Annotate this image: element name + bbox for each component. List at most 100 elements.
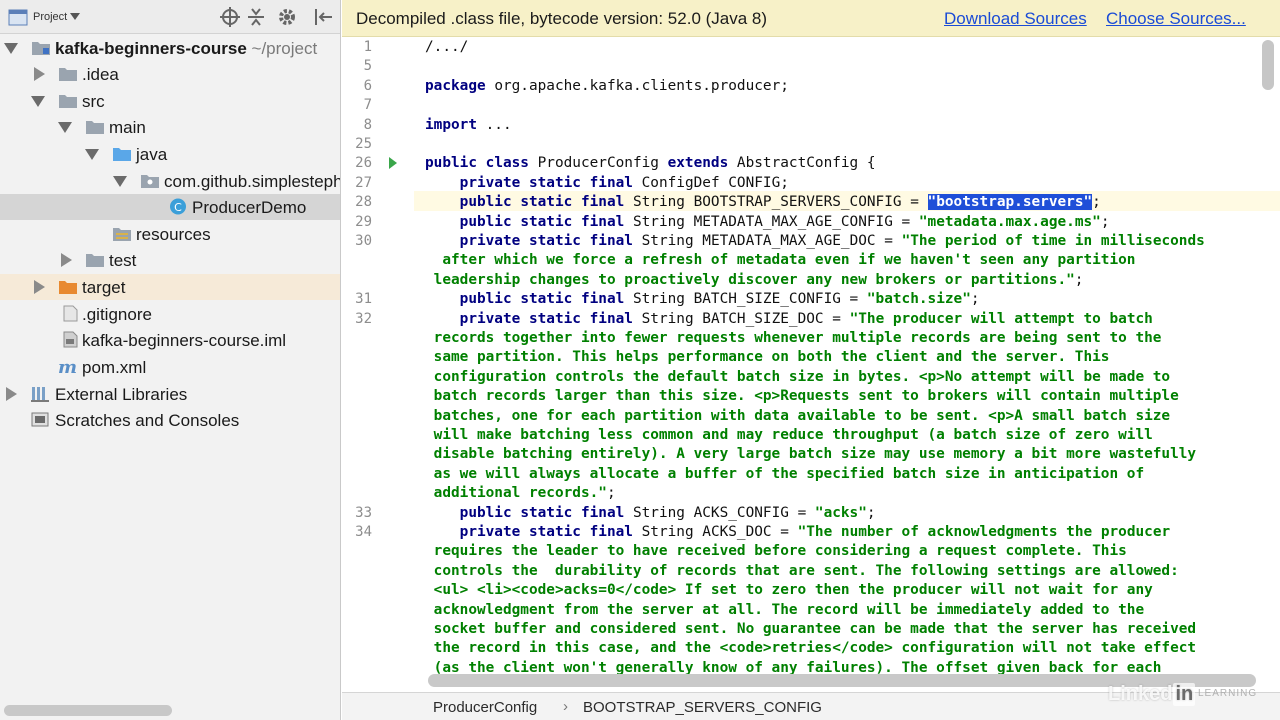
tree-item-target[interactable]: target [0,274,340,300]
code-line: as we will always allocate a buffer of t… [425,465,1145,482]
package-icon [141,175,159,188]
line-number: 26 [355,155,372,172]
code-line: public class ProducerConfig extends Abst… [425,155,876,172]
chevron-right-icon[interactable] [61,253,72,267]
code-editor[interactable]: /.../ package org.apache.kafka.clients.pr… [414,37,1280,691]
code-line: leadership changes to proactively discov… [425,271,1084,288]
line-number: 6 [363,77,372,94]
chevron-right-icon: › [563,698,568,715]
maven-icon: m [58,358,77,375]
module-folder-icon [32,42,50,55]
folder-icon [59,95,77,108]
code-line: socket buffer and considered sent. No gu… [425,621,1197,637]
run-gutter-icon[interactable] [389,157,397,169]
tree-item-scratches[interactable]: Scratches and Consoles [0,407,340,433]
tree-item-src[interactable]: src [0,88,340,114]
locate-icon[interactable] [219,6,241,28]
tree-item-idea[interactable]: .idea [0,61,340,87]
line-number: 25 [355,136,372,152]
tree-item-producer-demo[interactable]: C ProducerDemo [0,194,340,220]
code-line: after which we force a refresh of metada… [425,252,1136,269]
code-line: import ... [425,116,512,133]
chevron-right-icon[interactable] [34,280,45,294]
tree-item-java[interactable]: java [0,141,340,167]
tree-label: java [136,145,168,164]
code-line: acknowledgment from the server at all. T… [425,601,1145,618]
tree-label: resources [136,225,211,244]
chevron-down-icon[interactable] [4,43,18,54]
code-line: private static final String METADATA_MAX… [459,233,1205,249]
excluded-folder-icon [59,281,77,294]
code-line: same partition. This helps performance o… [425,349,1110,366]
code-line: additional records."; [425,485,616,502]
line-number: 32 [355,310,372,327]
code-line: batch records larger than this size. <p>… [425,388,1179,405]
code-line: private static final String BATCH_SIZE_D… [459,310,1153,327]
code-line: private static final ConfigDef CONFIG; [459,174,789,191]
tree-item-external-libraries[interactable]: External Libraries [0,381,340,407]
gear-icon[interactable] [276,6,298,28]
chevron-down-icon[interactable] [113,176,127,187]
code-line: records together into fewer requests whe… [425,330,1162,346]
hide-panel-icon[interactable] [312,6,334,28]
tree-item-project-root[interactable]: kafka-beginners-course ~/project [0,35,340,61]
tree-item-resources[interactable]: resources [0,221,340,247]
banner-message: Decompiled .class file, bytecode version… [356,9,768,28]
line-number-gutter[interactable]: 1 5 6 7 8 25 26 27 28 29 30 31 32 33 34 [342,37,414,691]
folder-icon [59,68,77,81]
chevron-down-icon[interactable] [58,122,72,133]
linkedin-learning-logo: Linked in [1108,683,1196,706]
breadcrumb-field[interactable]: BOOTSTRAP_SERVERS_CONFIG [583,699,822,716]
chevron-right-icon[interactable] [34,67,45,81]
svg-text:m: m [58,358,77,375]
tree-label: .idea [82,65,119,84]
tree-label: kafka-beginners-course ~/project [55,39,318,58]
line-number: 5 [363,58,372,75]
tree-item-test[interactable]: test [0,247,340,273]
libraries-icon [31,387,49,402]
code-line: requires the leader to have received bef… [425,543,1127,560]
tree-label: main [109,118,146,137]
line-number: 33 [355,504,372,521]
project-view-icon[interactable] [8,9,28,26]
project-panel: Project kafka-beginners-course ~/project [0,0,341,720]
tree-label: ProducerDemo [192,198,307,217]
chevron-down-icon[interactable] [70,13,80,20]
download-sources-link[interactable]: Download Sources [944,9,1087,29]
code-line: the record in this case, and the <code>r… [425,640,1197,657]
code-line: public static final String BATCH_SIZE_CO… [459,291,980,308]
code-line: <ul> <li><code>acks=0</code> If set to z… [425,582,1153,599]
decompiled-banner: Decompiled .class file, bytecode version… [342,0,1280,37]
code-line: disable batching entirely). A very large… [425,446,1197,463]
svg-text:C: C [174,201,182,214]
code-line: batches, one for each partition with dat… [425,407,1171,424]
collapse-all-icon[interactable] [245,6,267,28]
tree-label: pom.xml [82,358,147,377]
line-number: 30 [355,233,372,249]
tree-item-gitignore[interactable]: .gitignore [0,301,340,327]
project-view-label[interactable]: Project [33,11,67,23]
horizontal-scrollbar[interactable] [4,705,172,716]
folder-icon [86,121,104,134]
linkedin-learning-sub: LEARNING [1198,688,1258,699]
vertical-scrollbar[interactable] [1262,40,1274,90]
chevron-right-icon[interactable] [6,387,17,401]
tree-label: com.github.simplesteph [164,172,341,191]
code-line: controls the durability of records that … [425,562,1179,579]
choose-sources-link[interactable]: Choose Sources... [1106,9,1246,29]
code-line: public static final String METADATA_MAX_… [459,213,1110,230]
breadcrumb-class[interactable]: ProducerConfig [433,699,537,716]
code-line: private static final String ACKS_DOC = "… [459,524,1171,540]
resources-folder-icon [113,228,131,241]
tree-item-package[interactable]: com.github.simplesteph [0,168,341,194]
code-line: public static final String BOOTSTRAP_SER… [459,194,1101,211]
scratches-icon [31,412,49,427]
tree-label: src [82,92,105,111]
tree-item-main[interactable]: main [0,114,340,140]
chevron-down-icon[interactable] [85,149,99,160]
tree-item-iml[interactable]: kafka-beginners-course.iml [0,327,340,353]
chevron-down-icon[interactable] [31,96,45,107]
project-toolbar: Project [0,0,340,34]
tree-item-pom[interactable]: m pom.xml [0,354,340,380]
code-line: will make batching less common and may r… [425,427,1153,443]
